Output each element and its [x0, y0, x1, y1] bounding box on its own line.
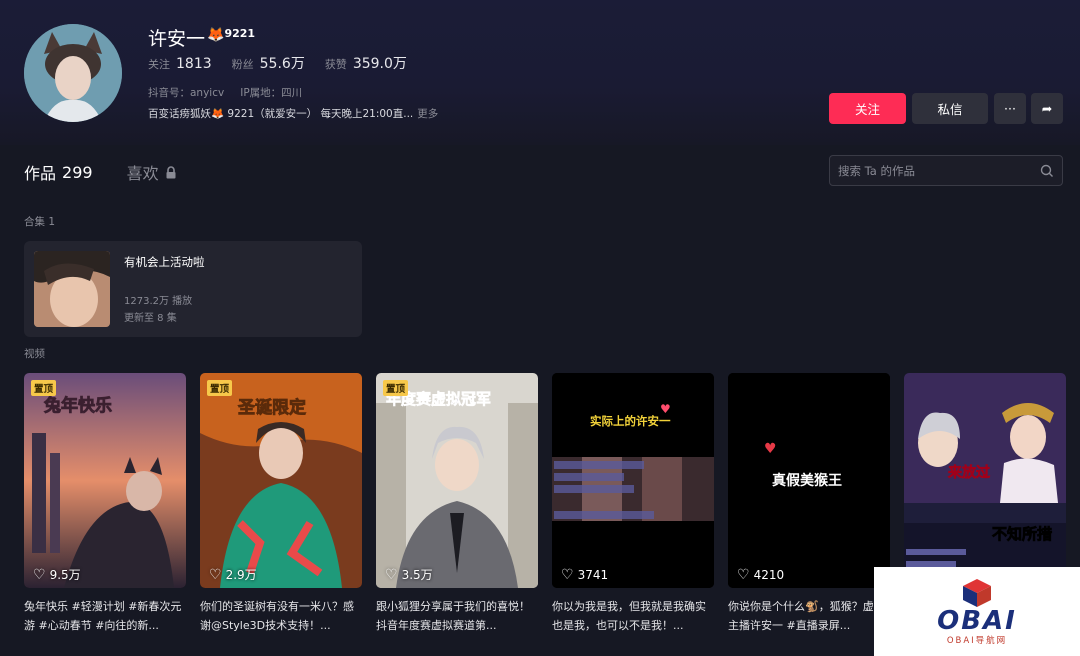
profile-tabs: 作品 299 喜欢: [24, 160, 177, 184]
video-card[interactable]: 圣诞限定 置顶 ♡ 2.9万 你们的圣诞树有没有一米八？感谢@Style3D技术支…: [200, 373, 362, 635]
share-icon: ➦: [1041, 101, 1053, 116]
profile-bio: 百变话痨狐妖🦊 9221（就爱安一） 每天晚上21:00直... 更多: [148, 106, 438, 121]
watermark-text: OBAI: [937, 605, 1017, 636]
video-description[interactable]: 兔年快乐 #轻漫计划 #新春次元游 #心动春节 #向往的新...: [24, 597, 186, 635]
profile-name-number: 9221: [224, 27, 256, 40]
ip-location: IP属地：四川: [240, 87, 303, 99]
lock-icon: [166, 165, 176, 178]
likes-received-count: 359.0万: [352, 56, 407, 72]
video-thumbnail[interactable]: ♥ 真假美猴王 ♡ 4210: [728, 373, 890, 588]
video-likes-count: 3741: [577, 568, 609, 582]
following-label[interactable]: 关注: [148, 56, 170, 72]
video-likes-count: 3.5万: [401, 568, 433, 582]
tab-likes[interactable]: 喜欢: [127, 160, 177, 184]
video-likes: ♡ 3.5万: [385, 566, 433, 583]
follow-button[interactable]: 关注: [829, 93, 906, 124]
video-thumbnail[interactable]: 来放过 不知所措: [904, 373, 1066, 588]
svg-text:实际上的许安一: 实际上的许安一: [590, 414, 671, 428]
avatar-image: [24, 24, 122, 122]
video-likes: ♡ 2.9万: [209, 566, 257, 583]
heart-icon: ♡: [385, 566, 398, 583]
pinned-badge: 置顶: [383, 380, 409, 396]
share-button[interactable]: ➦: [1031, 93, 1063, 124]
more-options-button[interactable]: ···: [994, 93, 1026, 124]
video-description[interactable]: 跟小狐狸分享属于我们的喜悦！抖音年度赛虚拟赛道第...: [376, 597, 538, 635]
collection-section-label: 合集 1: [24, 216, 56, 228]
heart-icon: ♡: [561, 567, 574, 583]
bio-text: 百变话痨狐妖🦊 9221（就爱安一） 每天晚上21:00直...: [148, 108, 414, 120]
video-description[interactable]: 你说你是个什么🐒，狐猴？虚拟主播许安一 #直播录屏...: [728, 597, 890, 635]
tab-works-label: 作品: [24, 164, 57, 183]
followers-label[interactable]: 粉丝: [232, 56, 254, 72]
videos-section-label: 视频: [24, 348, 45, 360]
profile-name-row: 许安一 🦊 9221: [148, 24, 255, 51]
followers-count[interactable]: 55.6万: [260, 53, 305, 73]
collection-plays: 1273.2万 播放: [124, 296, 193, 307]
message-button[interactable]: 私信: [912, 93, 988, 124]
cube-logo-icon: [963, 578, 991, 607]
video-likes-count: 9.5万: [49, 568, 81, 582]
tab-works-count: 299: [62, 162, 93, 182]
site-watermark: OBAI OBAI导航网: [874, 567, 1080, 656]
tab-likes-label: 喜欢: [126, 164, 159, 183]
svg-text:♥: ♥: [764, 441, 777, 457]
svg-text:不知所措: 不知所措: [992, 525, 1052, 543]
pinned-badge: 置顶: [207, 380, 233, 396]
watermark-subtext: OBAI导航网: [946, 635, 1008, 646]
collection-card[interactable]: 有机会上活动啦 1273.2万 播放 更新至 8 集: [24, 241, 362, 337]
profile-stats: 关注 1813 粉丝 55.6万 获赞 359.0万: [148, 53, 427, 73]
video-thumbnail[interactable]: 年度赛虚拟冠军 置顶 ♡ 3.5万: [376, 373, 538, 588]
bio-more-link[interactable]: 更多: [417, 108, 438, 120]
profile-name: 许安一: [148, 28, 206, 50]
video-thumbnail[interactable]: 兔年快乐 置顶 ♡ 9.5万: [24, 373, 186, 588]
video-likes-count: 4210: [753, 568, 785, 582]
collection-updates: 更新至 8 集: [124, 313, 177, 324]
video-description[interactable]: 你以为我是我，但我就是我确实也是我，也可以不是我！...: [552, 597, 714, 635]
video-card[interactable]: 实际上的许安一 ♥ ♡ 3741 你以为我是我，但我就是我确实也是我，也可以不是我…: [552, 373, 714, 635]
svg-text:真假美猴王: 真假美猴王: [772, 472, 842, 489]
profile-meta: 抖音号：anyicv IP属地：四川: [148, 85, 302, 100]
likes-received-label: 获赞: [324, 58, 347, 71]
video-likes: ♡ 3741: [561, 567, 608, 583]
video-card[interactable]: ♥ 真假美猴王 ♡ 4210 你说你是个什么🐒，狐猴？虚拟主播许安一 #直播录屏.…: [728, 373, 890, 635]
video-card[interactable]: 兔年快乐 置顶 ♡ 9.5万 兔年快乐 #轻漫计划 #新春次元游 #心动春节 #向…: [24, 373, 186, 635]
video-thumbnail[interactable]: 实际上的许安一 ♥ ♡ 3741: [552, 373, 714, 588]
svg-text:♥: ♥: [660, 402, 671, 416]
video-thumbnail[interactable]: 圣诞限定 置顶 ♡ 2.9万: [200, 373, 362, 588]
collection-thumbnail: [34, 251, 110, 327]
video-description[interactable]: 你们的圣诞树有没有一米八？感谢@Style3D技术支持！...: [200, 597, 362, 635]
search-icon[interactable]: [1040, 164, 1054, 178]
svg-text:圣诞限定: 圣诞限定: [238, 397, 306, 418]
avatar[interactable]: [24, 24, 122, 122]
video-likes: ♡ 9.5万: [33, 566, 81, 583]
tab-works[interactable]: 作品 299: [24, 160, 93, 184]
svg-text:兔年快乐: 兔年快乐: [43, 395, 112, 416]
works-search-input[interactable]: [838, 163, 1028, 178]
video-likes-count: 2.9万: [225, 568, 257, 582]
video-likes: ♡ 4210: [737, 567, 784, 583]
collection-title: 有机会上活动啦: [124, 255, 205, 269]
heart-icon: ♡: [209, 566, 222, 583]
heart-icon: ♡: [33, 566, 46, 583]
svg-text:来放过: 来放过: [947, 464, 990, 481]
ellipsis-icon: ···: [1004, 101, 1016, 116]
works-search: [829, 155, 1063, 186]
fox-emoji-icon: 🦊: [207, 27, 225, 43]
pinned-badge: 置顶: [31, 380, 57, 396]
heart-icon: ♡: [737, 567, 750, 583]
douyin-id: 抖音号：anyicv: [148, 87, 225, 99]
following-count[interactable]: 1813: [176, 56, 212, 72]
video-card[interactable]: 年度赛虚拟冠军 置顶 ♡ 3.5万 跟小狐狸分享属于我们的喜悦！抖音年度赛虚拟赛道…: [376, 373, 538, 635]
